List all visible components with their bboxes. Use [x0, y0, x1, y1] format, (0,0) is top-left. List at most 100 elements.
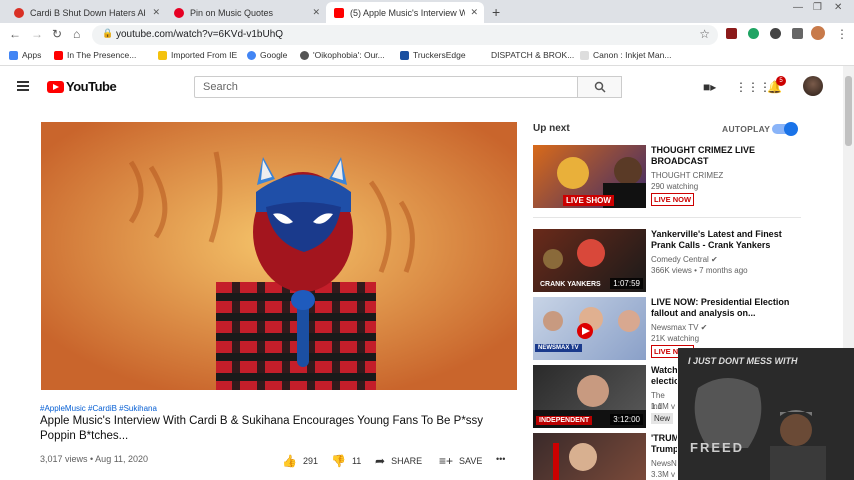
video-frame-image: [41, 122, 517, 390]
browser-tab-bar: Cardi B Shut Down Haters About ✕ Pin on …: [0, 0, 854, 23]
rec-thumbnail[interactable]: INDEPENDENT 3:12:00: [533, 365, 646, 428]
notification-count-badge: 5: [776, 76, 786, 86]
url-text: youtube.com/watch?v=6KVd-v1bUhQ: [116, 29, 284, 40]
google-icon: [247, 50, 256, 60]
sidebar-divider: [533, 217, 801, 218]
apps-grid-icon: [9, 50, 18, 60]
minimize-icon[interactable]: —: [793, 2, 803, 13]
document-icon: [580, 50, 589, 60]
folder-icon: [158, 50, 167, 60]
rec-thumbnail[interactable]: NEWSMAX TV: [533, 297, 646, 360]
maximize-icon[interactable]: ❐: [813, 2, 822, 13]
webcam-banner-text: I JUST DONT MESS WITH: [688, 356, 798, 366]
thumbs-up-icon: 👍: [282, 454, 297, 468]
tab-cardi-b[interactable]: Cardi B Shut Down Haters About ✕: [6, 2, 166, 23]
profile-avatar-icon[interactable]: [811, 26, 825, 40]
search-icon: [594, 81, 606, 93]
webcam-lower-text: FREED: [690, 440, 745, 455]
media-control-icon[interactable]: [792, 28, 803, 39]
site-icon: [478, 50, 487, 60]
youtube-favicon-icon: [334, 7, 344, 18]
extension-pdf-icon[interactable]: [726, 28, 737, 39]
live-now-badge: LIVE NOW: [651, 193, 695, 206]
pinterest-icon: [174, 7, 184, 18]
webcam-overlay: I JUST DONT MESS WITH FREED: [678, 348, 854, 480]
truckersedge-icon: [400, 50, 409, 60]
bookmark-in-the-presence[interactable]: In The Presence...: [54, 50, 136, 60]
bookmark-imported-ie[interactable]: Imported From IE: [158, 50, 237, 60]
rec-channel[interactable]: NewsN: [651, 458, 677, 469]
bookmark-dispatch[interactable]: DISPATCH & BROK...: [478, 50, 574, 60]
rec-channel[interactable]: Comedy Central ✔: [651, 254, 801, 265]
rec-title[interactable]: THOUGHT CRIMEZ LIVE BROADCAST: [651, 145, 801, 167]
rec-thumbnail[interactable]: [533, 433, 646, 480]
video-hashtags[interactable]: #AppleMusic #CardiB #Sukihana: [40, 404, 157, 413]
search-button[interactable]: [578, 76, 622, 98]
share-arrow-icon: ➦: [375, 454, 386, 468]
duration-badge: 1:07:59: [610, 278, 643, 289]
tab-youtube-active[interactable]: (5) Apple Music's Interview W ✕: [326, 2, 484, 23]
new-tab-button[interactable]: +: [492, 4, 500, 20]
home-icon[interactable]: ⌂: [73, 27, 80, 41]
duration-badge: 3:12:00: [610, 414, 643, 425]
back-icon[interactable]: ←: [9, 27, 21, 41]
dislike-button[interactable]: 👎 11: [331, 454, 361, 468]
like-button[interactable]: 👍 291: [282, 454, 318, 468]
youtube-icon: [54, 50, 63, 60]
tab-pin-music[interactable]: Pin on Music Quotes ✕: [166, 2, 326, 23]
rec-stats: 3.3M v: [651, 470, 676, 479]
apps-grid-icon[interactable]: ⋮⋮⋮: [735, 80, 771, 94]
hamburger-menu-icon[interactable]: [17, 81, 29, 91]
scrollbar-thumb[interactable]: [845, 76, 852, 146]
rec-channel[interactable]: THOUGHT CRIMEZ: [651, 170, 801, 181]
webcam-image: [678, 348, 854, 480]
autoplay-toggle[interactable]: [772, 122, 798, 136]
close-tab-icon[interactable]: ✕: [152, 7, 160, 18]
more-actions-button[interactable]: •••: [496, 454, 505, 464]
address-bar[interactable]: 🔒 youtube.com/watch?v=6KVd-v1bUhQ ☆: [92, 25, 718, 45]
close-window-icon[interactable]: ✕: [834, 2, 842, 13]
bookmark-canon[interactable]: Canon : Inkjet Man...: [580, 50, 671, 60]
lock-icon: 🔒: [102, 28, 114, 38]
extension-grammarly-icon[interactable]: [748, 28, 759, 39]
page-scrollbar[interactable]: [843, 66, 854, 348]
bookmark-star-icon[interactable]: ☆: [699, 27, 710, 41]
search-input[interactable]: Search: [194, 76, 578, 98]
menu-kebab-icon[interactable]: ⋮: [836, 27, 848, 41]
video-player[interactable]: [41, 122, 517, 390]
save-button[interactable]: ≡+ SAVE: [439, 454, 482, 468]
rec-title[interactable]: Yankerville's Latest and Finest Prank Ca…: [651, 229, 801, 251]
rec-stats: 1.1M v: [651, 402, 676, 411]
share-button[interactable]: ➦ SHARE: [375, 454, 422, 468]
rec-title[interactable]: Watch electio: [651, 365, 677, 387]
browser-toolbar: ← → ↻ ⌂ 🔒 youtube.com/watch?v=6KVd-v1bUh…: [0, 23, 854, 47]
close-tab-icon[interactable]: ✕: [470, 7, 478, 18]
youtube-logo[interactable]: YouTube: [47, 79, 117, 94]
create-video-icon[interactable]: ■▸: [703, 80, 716, 94]
close-tab-icon[interactable]: ✕: [312, 7, 320, 18]
account-avatar[interactable]: [803, 76, 823, 96]
youtube-header: YouTube Search ■▸ ⋮⋮⋮ 🔔 5: [0, 66, 854, 108]
reload-icon[interactable]: ↻: [52, 27, 62, 41]
bookmark-truckersedge[interactable]: TruckersEdge: [400, 50, 466, 60]
rec-title[interactable]: 'TRUM Trump: [651, 433, 677, 455]
new-badge: New: [651, 413, 674, 424]
rec-stats: 290 watching: [651, 182, 699, 191]
bookmark-google[interactable]: Google: [247, 50, 287, 60]
rec-thumbnail[interactable]: CRANK YANKERS 1:07:59: [533, 229, 646, 292]
playlist-add-icon: ≡+: [439, 454, 454, 468]
extension-puzzle-icon[interactable]: [770, 28, 781, 39]
video-views-date: 3,017 views • Aug 11, 2020: [40, 454, 149, 464]
rec-thumbnail[interactable]: LIVE SHOW: [533, 145, 646, 208]
tab-favicon-icon: [14, 7, 24, 18]
forward-icon[interactable]: →: [31, 27, 43, 41]
rec-title[interactable]: LIVE NOW: Presidential Election fallout …: [651, 297, 801, 319]
youtube-play-icon: [47, 80, 64, 93]
bookmark-apps[interactable]: Apps: [9, 50, 41, 60]
site-icon: [300, 50, 309, 60]
bookmark-oikophobia[interactable]: 'Oikophobia': Our...: [300, 50, 385, 60]
autoplay-label: AUTOPLAY: [722, 124, 771, 134]
rec-stats: 21K watching: [651, 334, 700, 343]
rec-channel[interactable]: Newsmax TV ✔: [651, 322, 801, 333]
up-next-heading: Up next: [533, 123, 570, 134]
